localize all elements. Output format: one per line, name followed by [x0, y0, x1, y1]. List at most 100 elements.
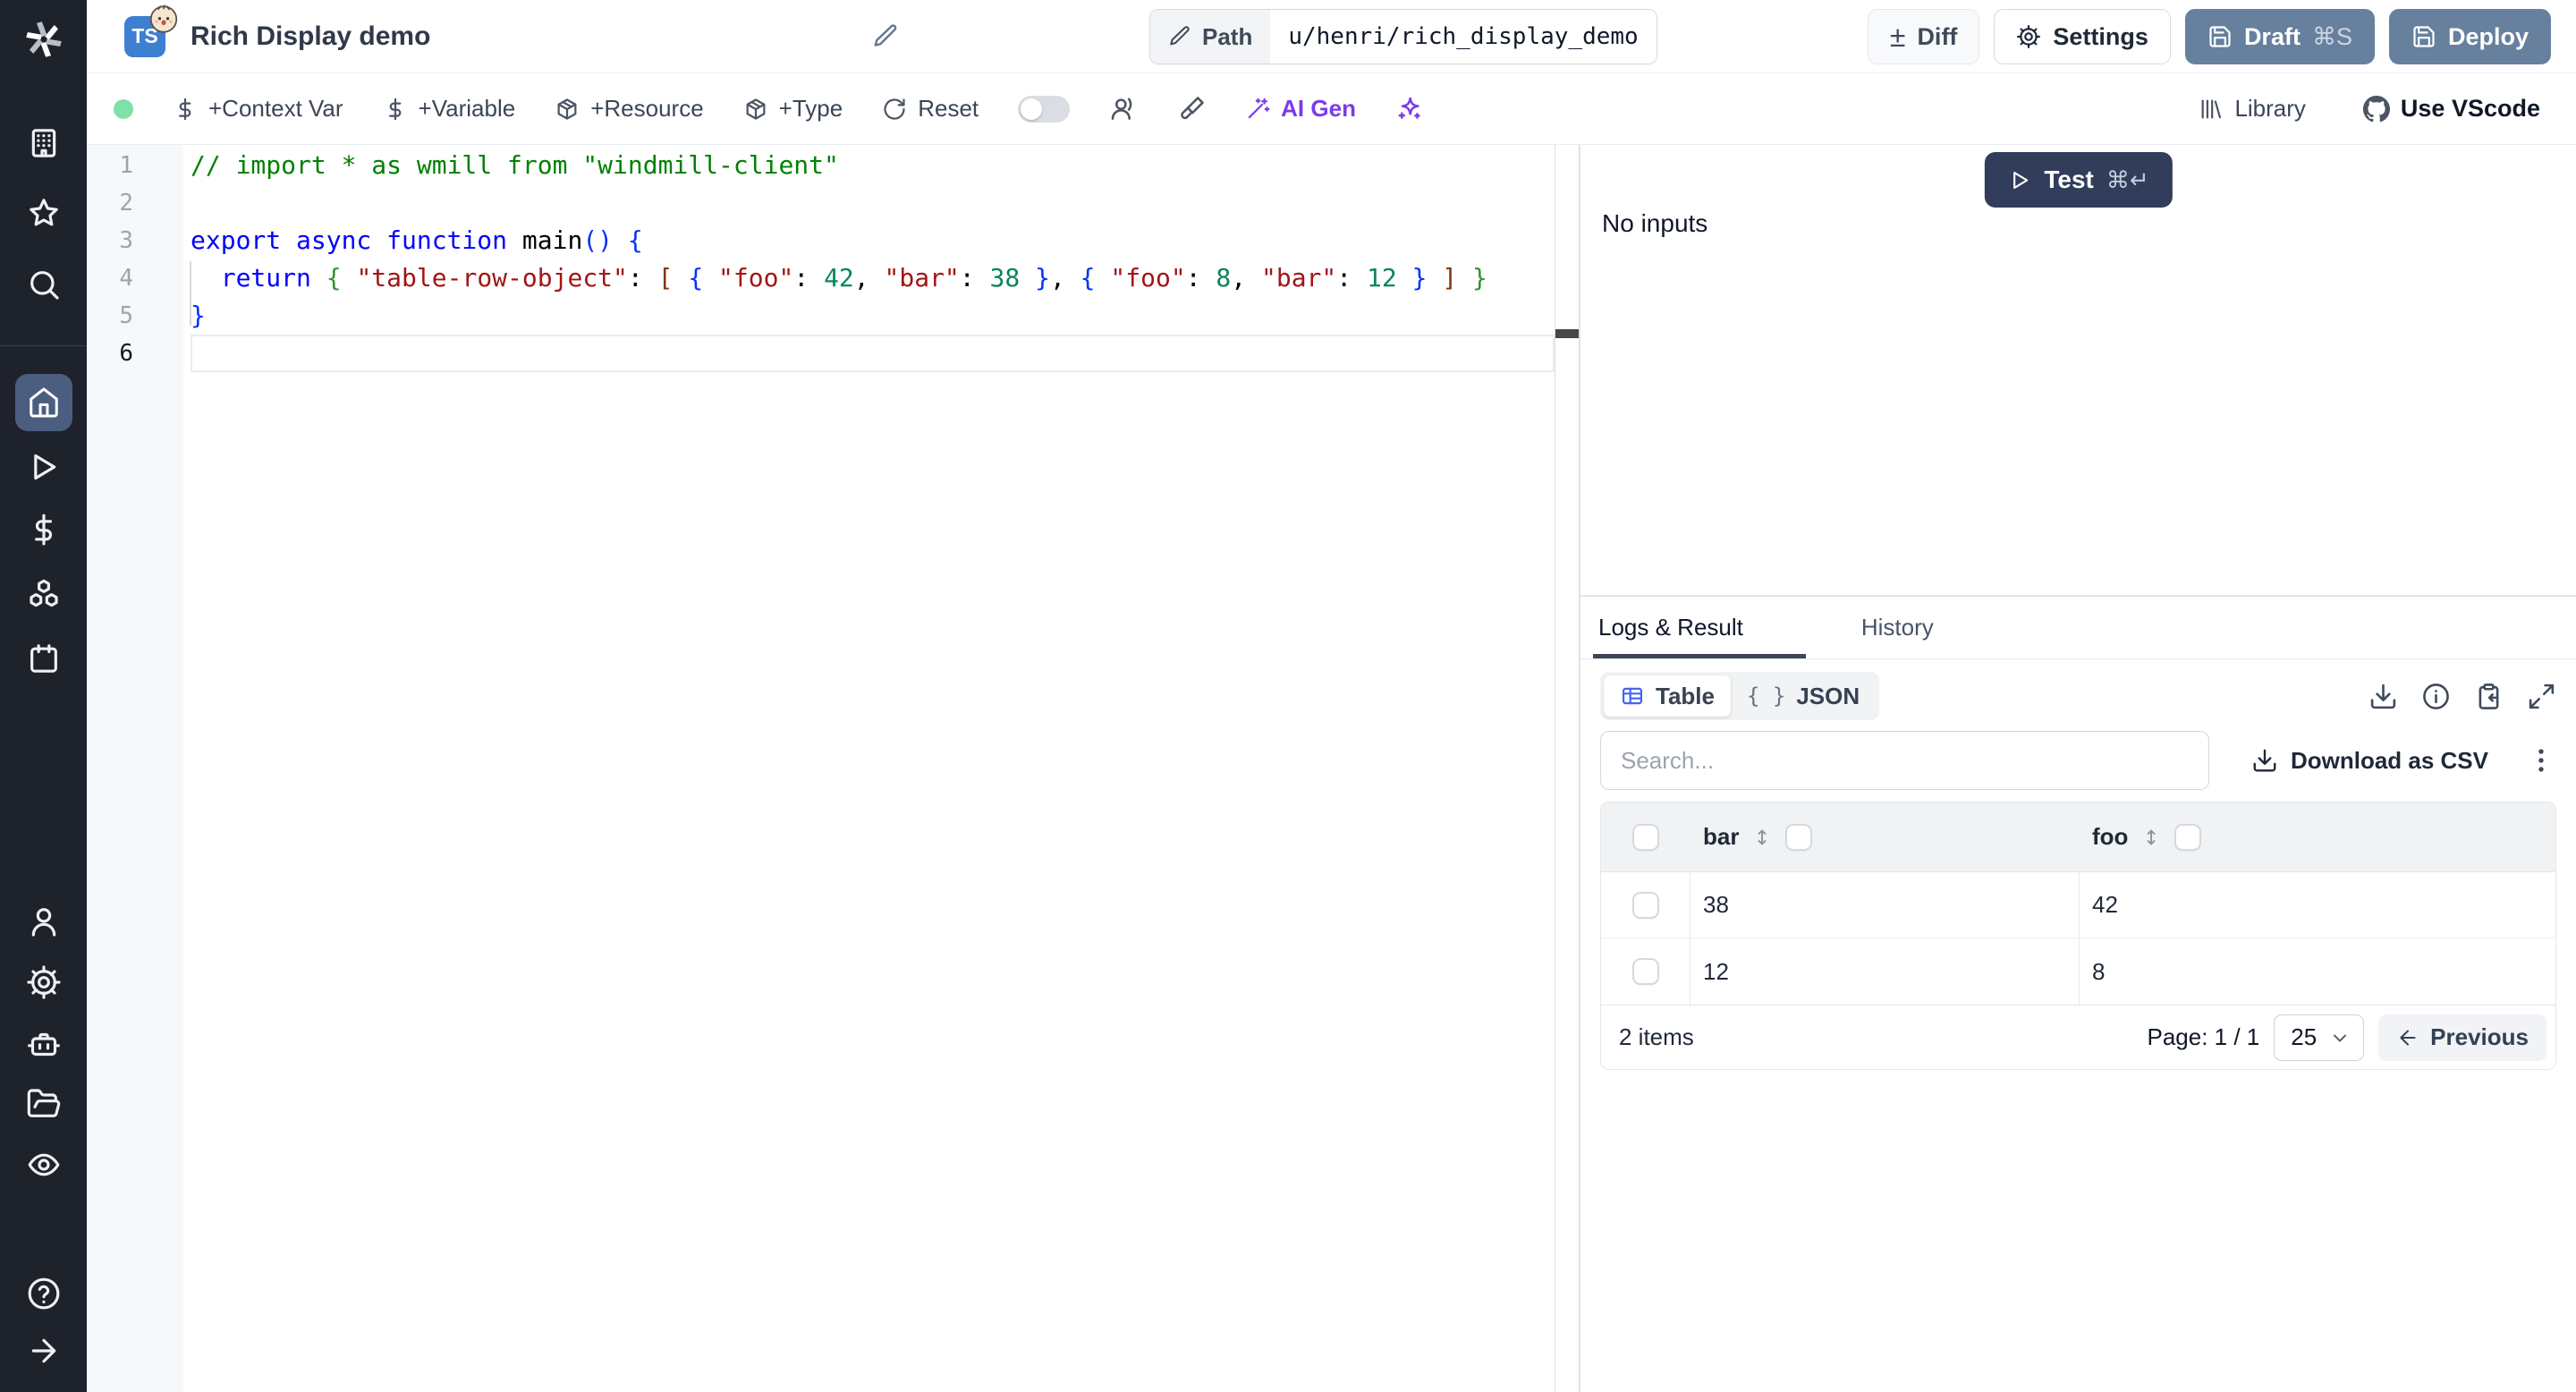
deploy-button[interactable]: Deploy	[2388, 9, 2551, 64]
use-vscode-button[interactable]: Use VScode	[2363, 95, 2540, 123]
right-panel: Test ⌘↵ No inputs Logs & Result History	[1579, 145, 2576, 1392]
format-brush-icon[interactable]	[1177, 95, 1206, 123]
test-shortcut: ⌘↵	[2106, 166, 2149, 193]
add-context-var-button[interactable]: +Context Var	[173, 95, 343, 123]
folders-icon[interactable]	[26, 1086, 62, 1122]
sidebar	[0, 0, 87, 1392]
expand-result-icon[interactable]	[2527, 682, 2556, 711]
code-line[interactable]: // import * as wmill from "windmill-clie…	[191, 147, 1555, 184]
resources-boxes-icon[interactable]	[26, 576, 62, 612]
download-result-icon[interactable]	[2368, 682, 2398, 711]
expand-sidebar-arrow-icon[interactable]	[26, 1333, 62, 1369]
kebab-menu-icon[interactable]	[2526, 745, 2556, 776]
variables-dollar-icon[interactable]	[26, 512, 62, 547]
view-toggle-table[interactable]: Table	[1604, 675, 1731, 717]
view-toggle-json[interactable]: { } JSON	[1731, 675, 1876, 717]
favorites-star-icon[interactable]	[26, 195, 62, 231]
use-vscode-label: Use VScode	[2400, 95, 2540, 122]
assistant-toggle[interactable]	[1018, 95, 1071, 123]
code-line[interactable]	[191, 184, 1555, 222]
previous-page-button[interactable]: Previous	[2378, 1014, 2546, 1061]
line-number[interactable]: 5	[87, 297, 183, 335]
code-pane[interactable]: // import * as wmill from "windmill-clie…	[183, 145, 1555, 1392]
line-number[interactable]: 2	[87, 184, 183, 222]
cell-foo: 8	[2092, 957, 2106, 985]
copy-result-icon[interactable]	[2474, 682, 2504, 711]
save-icon	[2207, 24, 2233, 49]
help-icon[interactable]	[26, 1276, 62, 1311]
download-csv-button[interactable]: Download as CSV	[2251, 747, 2488, 775]
diff-button[interactable]: ± Diff	[1867, 9, 1980, 64]
users-icon[interactable]	[1109, 95, 1138, 123]
row-checkbox[interactable]	[1631, 958, 1659, 985]
typescript-badge[interactable]: TS	[124, 16, 165, 57]
column-header-bar[interactable]: bar	[1690, 823, 2080, 851]
column-filter-checkbox[interactable]	[2174, 823, 2202, 851]
result-actions	[2368, 682, 2556, 711]
tab-logs-result[interactable]: Logs & Result	[1593, 597, 1806, 658]
braces-icon: { }	[1746, 683, 1786, 709]
sparkles-icon[interactable]	[1395, 95, 1424, 123]
row-select-cell	[1601, 938, 1690, 1005]
sidebar-item-home[interactable]	[14, 374, 72, 431]
dollar-icon	[173, 97, 198, 122]
previous-label: Previous	[2430, 1023, 2529, 1050]
status-dot	[114, 98, 133, 119]
row-checkbox[interactable]	[1631, 891, 1659, 919]
draft-button[interactable]: Draft ⌘S	[2184, 9, 2375, 64]
sort-icon[interactable]	[2140, 827, 2162, 848]
gear-icon	[2016, 24, 2041, 49]
line-number[interactable]: 3	[87, 222, 183, 259]
line-number[interactable]: 6	[87, 335, 183, 372]
audit-eye-icon[interactable]	[26, 1147, 62, 1183]
chevron-down-icon	[2329, 1027, 2351, 1048]
result-section: Logs & Result History Table { } JSON Sea…	[1580, 595, 2576, 1392]
code-line[interactable]: export async function main() {	[191, 222, 1555, 259]
sort-icon[interactable]	[1751, 827, 1773, 848]
settings-button[interactable]: Settings	[1994, 9, 2171, 64]
search-input[interactable]	[1600, 731, 2209, 790]
diff-label: Diff	[1917, 22, 1958, 50]
add-type-button[interactable]: +Type	[743, 95, 843, 123]
add-resource-label: +Resource	[590, 95, 704, 122]
info-icon[interactable]	[2421, 682, 2451, 711]
workspace-building-icon[interactable]	[26, 125, 62, 161]
column-label-bar: bar	[1703, 823, 1740, 850]
workers-robot-icon[interactable]	[26, 1025, 62, 1061]
path-label-segment[interactable]: Path	[1150, 10, 1271, 64]
select-all-checkbox[interactable]	[1632, 823, 1659, 851]
overview-ruler[interactable]	[1555, 145, 1579, 1392]
code-line[interactable]: return { "table-row-object": [ { "foo": …	[191, 259, 1555, 297]
page-size-select[interactable]: 25	[2274, 1014, 2365, 1061]
search-icon[interactable]	[26, 267, 62, 302]
settings-gear-icon[interactable]	[26, 964, 62, 1000]
test-button[interactable]: Test ⌘↵	[1984, 152, 2173, 208]
path-value: u/henri/rich_display_demo	[1270, 10, 1657, 64]
test-label: Test	[2044, 166, 2094, 193]
line-number[interactable]: 1	[87, 147, 183, 184]
add-variable-button[interactable]: +Variable	[383, 95, 515, 123]
sidebar-divider	[0, 345, 87, 346]
code-line[interactable]	[191, 335, 1555, 372]
reset-button[interactable]: Reset	[882, 95, 979, 123]
view-toggle: Table { } JSON	[1600, 672, 1880, 720]
code-line[interactable]: }	[191, 297, 1555, 335]
table-body: 38 42 12 8	[1601, 872, 2555, 1005]
schedules-calendar-icon[interactable]	[26, 641, 62, 676]
edit-summary-pencil-icon[interactable]	[872, 23, 899, 50]
reset-icon	[882, 97, 907, 122]
path-field[interactable]: Path u/henri/rich_display_demo	[1149, 9, 1657, 64]
ai-gen-button[interactable]: AI Gen	[1245, 95, 1356, 123]
result-tabs: Logs & Result History	[1580, 597, 2576, 659]
column-filter-checkbox[interactable]	[1785, 823, 1813, 851]
column-header-foo[interactable]: foo	[2080, 823, 2555, 851]
windmill-logo[interactable]	[21, 16, 67, 63]
table-header: bar foo	[1601, 802, 2555, 872]
tab-history[interactable]: History	[1856, 597, 1939, 658]
runs-play-icon[interactable]	[26, 449, 62, 485]
line-number[interactable]: 4	[87, 259, 183, 297]
library-button[interactable]: Library	[2199, 95, 2306, 123]
code-editor[interactable]: 123456 // import * as wmill from "windmi…	[87, 145, 1579, 1392]
add-resource-button[interactable]: +Resource	[555, 95, 704, 123]
user-icon[interactable]	[26, 904, 62, 939]
